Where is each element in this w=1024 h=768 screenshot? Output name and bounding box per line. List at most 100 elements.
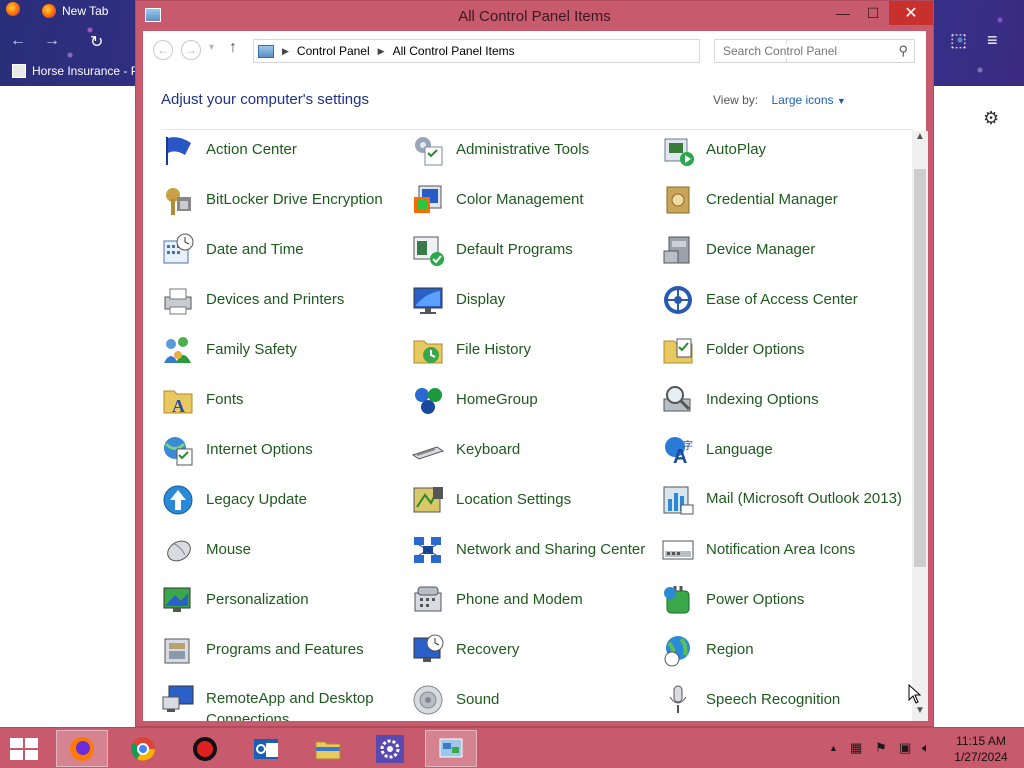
control-panel-item[interactable]: Color Management (411, 181, 661, 231)
recovery-icon (411, 633, 445, 667)
bookmark-item[interactable]: Horse Insurance - P (12, 64, 139, 78)
vertical-scrollbar[interactable]: ▲ ▼ (912, 131, 928, 721)
breadcrumb-separator-icon[interactable]: ▶ (282, 46, 289, 57)
control-panel-item[interactable]: Internet Options (161, 431, 411, 481)
volume-icon[interactable]: 🔈︎ (922, 740, 930, 756)
view-by-value: Large icons (771, 93, 834, 107)
family-safety-icon (161, 333, 195, 367)
control-panel-item-label: Speech Recognition (706, 691, 841, 708)
control-panel-item[interactable]: Legacy Update (161, 481, 411, 531)
control-panel-item[interactable]: Folder Options (661, 331, 911, 381)
control-panel-item[interactable]: Phone and Modem (411, 581, 661, 631)
start-button[interactable] (10, 738, 40, 760)
control-panel-item[interactable]: AutoPlay (661, 131, 911, 181)
control-panel-item-label: Sound (456, 691, 500, 708)
control-panel-item[interactable]: HomeGroup (411, 381, 661, 431)
control-panel-item[interactable]: Date and Time (161, 231, 411, 281)
sound-icon (411, 683, 445, 717)
extensions-icon[interactable]: ⬚ (950, 30, 967, 51)
control-panel-item[interactable]: A 字 Language (661, 431, 911, 481)
view-by-dropdown[interactable]: Large icons ▼ (771, 93, 845, 107)
fonts-icon: A (161, 383, 195, 417)
control-panel-item[interactable]: Sound (411, 681, 661, 721)
control-panel-item[interactable]: Mail (Microsoft Outlook 2013) (661, 481, 911, 531)
control-panel-item[interactable]: Default Programs (411, 231, 661, 281)
control-panel-item[interactable]: A Fonts (161, 381, 411, 431)
taskbar: ▲ ▦ ⚑ ▣ 🔈︎ 11:15 AM 1/27/2024 (0, 727, 1024, 768)
scroll-down-icon[interactable]: ▼ (912, 705, 928, 721)
control-panel-item-label: Device Manager (706, 241, 816, 258)
breadcrumb-control-panel[interactable]: Control Panel (297, 44, 370, 58)
browser-tab-label: New Tab (62, 4, 109, 18)
control-panel-item[interactable]: Region (661, 631, 911, 681)
action-center-flag-icon[interactable]: ⚑ (875, 740, 887, 756)
control-panel-icon[interactable] (425, 730, 477, 767)
record-icon[interactable] (179, 730, 231, 767)
control-panel-item[interactable]: Speech Recognition (661, 681, 911, 721)
autoplay-icon (661, 133, 695, 167)
title-bar[interactable]: All Control Panel Items — ☐ ✕ (136, 1, 933, 31)
control-panel-item[interactable]: Credential Manager (661, 181, 911, 231)
notification-area-icon (661, 533, 695, 567)
control-panel-item[interactable]: BitLocker Drive Encryption (161, 181, 411, 231)
control-panel-item[interactable]: Indexing Options (661, 381, 911, 431)
control-panel-item[interactable]: Devices and Printers (161, 281, 411, 331)
browser-tab[interactable]: New Tab (36, 0, 136, 22)
control-panel-item[interactable]: Action Center (161, 131, 411, 181)
control-panel-item-label: Programs and Features (206, 641, 364, 658)
browser-forward-icon[interactable]: → (44, 32, 60, 52)
minimize-button[interactable]: — (826, 1, 860, 25)
control-panel-item[interactable]: Location Settings (411, 481, 661, 531)
control-panel-item[interactable]: Power Options (661, 581, 911, 631)
chevron-down-icon: ▼ (836, 96, 846, 106)
browser-reload-icon[interactable]: ↻ (90, 32, 103, 52)
chrome-icon[interactable] (117, 730, 169, 767)
control-panel-item[interactable]: Personalization (161, 581, 411, 631)
breadcrumb-separator-icon[interactable]: ▶ (378, 46, 385, 57)
search-icon[interactable]: ⚲ (898, 43, 908, 59)
flag-icon (161, 133, 195, 167)
scroll-up-icon[interactable]: ▲ (912, 131, 928, 147)
clock[interactable]: 11:15 AM 1/27/2024 (950, 733, 1012, 765)
control-panel-item[interactable]: Keyboard (411, 431, 661, 481)
maximize-button[interactable]: ☐ (856, 1, 890, 25)
scroll-thumb[interactable] (914, 169, 926, 567)
control-panel-item[interactable]: File History (411, 331, 661, 381)
gear-icon[interactable]: ⚙ (983, 108, 999, 129)
browser-back-icon[interactable]: ← (10, 32, 26, 52)
control-panel-item[interactable]: Display (411, 281, 661, 331)
control-panel-item[interactable]: Network and Sharing Center (411, 531, 661, 581)
outlook-icon[interactable] (240, 730, 292, 767)
breadcrumb-all-items[interactable]: All Control Panel Items (393, 44, 515, 58)
control-panel-item[interactable]: Mouse (161, 531, 411, 581)
display-icon (411, 283, 445, 317)
personalization-icon (161, 583, 195, 617)
address-bar[interactable]: ▶ Control Panel ▶ All Control Panel Item… (253, 39, 804, 63)
file-explorer-icon[interactable] (302, 730, 354, 767)
close-button[interactable]: ✕ (889, 1, 933, 25)
show-hidden-icons-chevron-icon[interactable]: ▲ (829, 743, 838, 753)
forward-button[interactable]: → (181, 40, 201, 60)
control-panel-item-label: Phone and Modem (456, 591, 583, 608)
menu-icon[interactable]: ≡ (987, 30, 998, 51)
search-input[interactable] (723, 44, 883, 58)
page-title: Adjust your computer's settings (161, 91, 369, 108)
control-panel-item-label: Internet Options (206, 441, 313, 458)
back-button[interactable]: ← (153, 40, 173, 60)
recent-locations-chevron-icon[interactable]: ▾ (209, 42, 214, 53)
control-panel-item[interactable]: Device Manager (661, 231, 911, 281)
search-box[interactable]: ⚲ (714, 39, 915, 63)
settings-icon[interactable] (364, 730, 416, 767)
firefox-small-icon (6, 2, 20, 21)
control-panel-item[interactable]: Administrative Tools (411, 131, 661, 181)
connection-tray-icon[interactable]: ▣ (899, 740, 911, 756)
up-button[interactable]: ↑ (229, 39, 237, 57)
control-panel-item[interactable]: Programs and Features (161, 631, 411, 681)
firefox-icon[interactable] (56, 730, 108, 767)
network-tray-icon[interactable]: ▦ (850, 740, 862, 756)
control-panel-item[interactable]: RemoteApp and Desktop Connections (161, 681, 411, 721)
control-panel-item[interactable]: Family Safety (161, 331, 411, 381)
control-panel-item[interactable]: Recovery (411, 631, 661, 681)
control-panel-item[interactable]: Notification Area Icons (661, 531, 911, 581)
control-panel-item[interactable]: Ease of Access Center (661, 281, 911, 331)
